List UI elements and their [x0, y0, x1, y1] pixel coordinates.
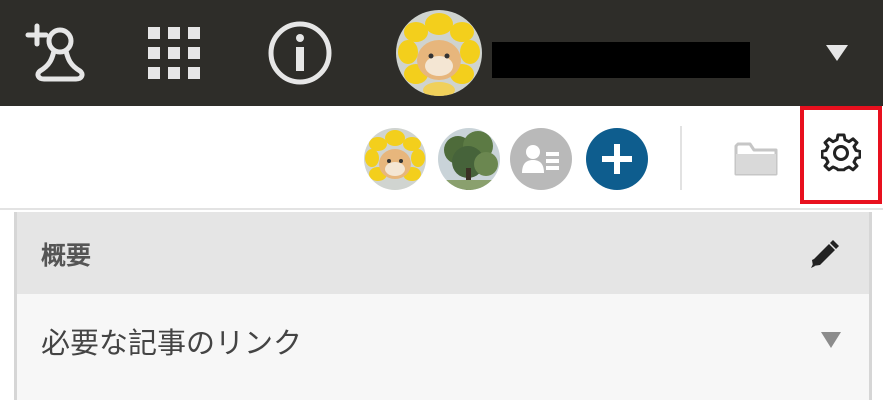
overview-panel: 概要 必要な記事のリンク — [14, 212, 872, 400]
user-avatar[interactable] — [396, 10, 482, 96]
required-articles-links-row[interactable]: 必要な記事のリンク — [17, 294, 869, 386]
panel-header: 概要 — [17, 212, 869, 294]
panel-title: 概要 — [41, 241, 92, 270]
add-person-icon[interactable] — [14, 0, 94, 106]
contact-card-icon[interactable] — [510, 128, 572, 190]
toolbar-divider — [680, 126, 682, 190]
add-member-icon[interactable] — [586, 128, 648, 190]
member-avatar-tree[interactable] — [438, 128, 500, 190]
redacted-username — [492, 42, 750, 78]
top-bar — [0, 0, 883, 106]
gear-icon — [820, 133, 862, 177]
folder-icon[interactable] — [732, 134, 780, 182]
info-icon[interactable] — [260, 0, 340, 106]
member-avatar-cat[interactable] — [364, 128, 426, 190]
left-gutter — [0, 212, 14, 400]
profile-menu[interactable] — [390, 0, 860, 106]
settings-button[interactable] — [800, 106, 882, 204]
site-toolbar — [0, 106, 883, 210]
chevron-down-icon[interactable] — [821, 332, 841, 348]
row-label: 必要な記事のリンク — [41, 326, 303, 360]
apps-grid-icon[interactable] — [134, 0, 214, 106]
caret-down-icon[interactable] — [822, 40, 852, 66]
pencil-icon[interactable] — [805, 236, 841, 272]
